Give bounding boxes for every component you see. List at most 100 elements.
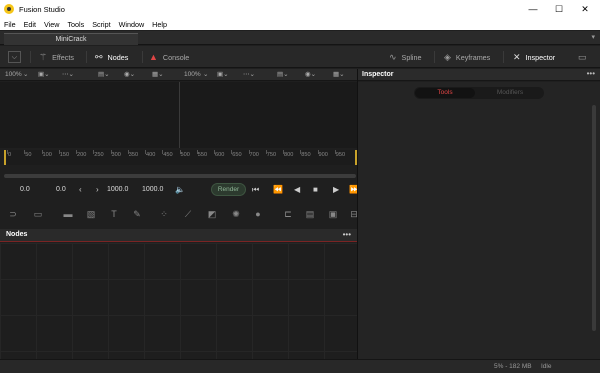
right-viewer[interactable] bbox=[180, 82, 357, 148]
ruler-tick-label: 500 bbox=[180, 152, 190, 158]
left-viewer-zoom[interactable]: 100% bbox=[5, 70, 22, 80]
transport-controls: 0.0 0.0 ‹ › 1000.0 1000.0 🔈 Render ⏮ ⏪ ◀… bbox=[0, 181, 359, 199]
merge-icon[interactable]: ⊏ bbox=[280, 207, 296, 221]
keyframes-button[interactable]: ◈ Keyframes bbox=[444, 50, 490, 64]
ruler-tick-label: 950 bbox=[335, 152, 346, 158]
play-icon[interactable]: ▶ bbox=[333, 183, 339, 196]
ruler-tick-label: 850 bbox=[301, 152, 311, 158]
spline-button[interactable]: ∿ Spline bbox=[389, 50, 422, 64]
grid-icon[interactable]: ▦⌄ bbox=[152, 70, 164, 80]
ruler-tick-label: 150 bbox=[59, 152, 70, 158]
collapse-toolbar-button[interactable]: ⌵ bbox=[8, 51, 21, 63]
transform-icon[interactable]: ▤ bbox=[303, 207, 317, 221]
ruler-tick-label: 200 bbox=[77, 152, 87, 158]
menu-edit[interactable]: Edit bbox=[24, 20, 36, 29]
node-graph-canvas[interactable] bbox=[0, 243, 357, 359]
chevron-right-icon[interactable]: › bbox=[96, 183, 99, 196]
grid-icon[interactable]: ▦⌄ bbox=[333, 70, 345, 80]
time-ruler[interactable]: 0 50 100 150 200 250 300 350 400 450 500 550 600 650 7… bbox=[4, 150, 357, 165]
bspline-mask-icon[interactable]: ◩ bbox=[205, 207, 219, 221]
tab-minicrack[interactable]: MiniCrack bbox=[4, 33, 138, 45]
inspector-panel-menu-icon[interactable]: ••• bbox=[587, 69, 595, 78]
chevron-down-icon[interactable]: ⌄ bbox=[23, 70, 28, 80]
ruler-tick-label: 900 bbox=[318, 152, 328, 158]
viewer-options-icon[interactable]: ⋯⌄ bbox=[243, 70, 255, 80]
step-back-icon[interactable]: ⏪ bbox=[273, 183, 283, 196]
menu-view[interactable]: View bbox=[44, 20, 59, 29]
keyframes-icon: ◈ bbox=[444, 51, 451, 62]
viewer-options-icon[interactable]: ⋯⌄ bbox=[62, 70, 74, 80]
menu-tools[interactable]: Tools bbox=[67, 20, 84, 29]
inspector-scrollbar[interactable] bbox=[592, 105, 596, 331]
warning-icon: ▲ bbox=[149, 52, 158, 62]
tab-tools[interactable]: Tools bbox=[415, 88, 475, 98]
spline-curve-icon: ∿ bbox=[389, 51, 397, 62]
right-viewer-zoom[interactable]: 100% bbox=[184, 70, 201, 80]
window-title: Fusion Studio bbox=[19, 4, 65, 14]
left-viewer[interactable] bbox=[0, 82, 179, 148]
composition-tab-bar: MiniCrack ▾ bbox=[0, 31, 600, 45]
display-layout-button[interactable]: ▭ bbox=[578, 50, 592, 64]
close-button[interactable]: ✕ bbox=[572, 0, 598, 18]
speaker-icon[interactable]: 🔈 bbox=[175, 183, 185, 196]
color-channels-icon[interactable]: ◉⌄ bbox=[305, 70, 316, 80]
console-button[interactable]: ▲ Console bbox=[149, 50, 189, 64]
effects-button[interactable]: ⚚ Effects bbox=[39, 50, 74, 64]
ruler-tick-label: 750 bbox=[266, 152, 277, 158]
ruler-tick-label: 50 bbox=[25, 152, 32, 158]
ruler-tick-label: 100 bbox=[42, 152, 52, 158]
particles-icon[interactable]: ⁘ bbox=[157, 207, 171, 221]
loader-icon[interactable]: ⊃ bbox=[6, 207, 20, 221]
render-start-field[interactable]: 0.0 bbox=[56, 183, 66, 196]
current-time-field[interactable]: 0.0 bbox=[20, 183, 30, 196]
chevron-down-icon: ⌵ bbox=[11, 52, 18, 61]
chevron-left-icon[interactable]: ‹ bbox=[79, 183, 82, 196]
go-to-start-icon[interactable]: ⏮ bbox=[252, 183, 259, 196]
wrench-icon: ✕ bbox=[513, 51, 521, 62]
ruler-tick-label: 550 bbox=[197, 152, 208, 158]
color-channels-icon[interactable]: ◉⌄ bbox=[124, 70, 135, 80]
fast-noise-icon[interactable]: ▧ bbox=[84, 207, 98, 221]
menu-script[interactable]: Script bbox=[92, 20, 110, 29]
toolbar-separator bbox=[503, 51, 504, 63]
tab-dropdown-icon[interactable]: ▾ bbox=[591, 33, 595, 41]
global-end-field[interactable]: 1000.0 bbox=[142, 183, 163, 196]
ruler-tick-label: 400 bbox=[146, 152, 156, 158]
timeline-scrub-bar[interactable] bbox=[4, 174, 356, 178]
polygon-mask-icon[interactable]: ⟋ bbox=[181, 207, 195, 221]
menu-window[interactable]: Window bbox=[119, 20, 145, 29]
inspector-label: Inspector bbox=[525, 52, 556, 62]
render-button[interactable]: Render bbox=[211, 183, 246, 196]
nodes-button[interactable]: ⚯ Nodes bbox=[95, 50, 128, 64]
inspector-button[interactable]: ✕ Inspector bbox=[513, 50, 555, 64]
inspector-panel: Tools Modifiers bbox=[358, 82, 600, 359]
inspector-tab-switch: Tools Modifiers bbox=[414, 87, 544, 99]
channel-icon[interactable]: ▤⌄ bbox=[277, 70, 289, 80]
effects-label: Effects bbox=[52, 52, 74, 62]
menu-file[interactable]: File bbox=[4, 20, 16, 29]
menu-help[interactable]: Help bbox=[152, 20, 167, 29]
background-icon[interactable]: ▬ bbox=[61, 207, 75, 221]
color-corrector-icon[interactable]: ● bbox=[251, 207, 265, 221]
toolbar-separator bbox=[142, 51, 143, 63]
channel-icon[interactable]: ▤⌄ bbox=[98, 70, 110, 80]
viewer-lut-icon[interactable]: ▣⌄ bbox=[217, 70, 229, 80]
brightness-icon[interactable]: ✺ bbox=[229, 207, 243, 221]
stop-icon[interactable]: ■ bbox=[313, 183, 318, 196]
nodes-panel-header: Nodes ••• bbox=[0, 229, 357, 242]
viewer-lut-icon[interactable]: ▣⌄ bbox=[38, 70, 50, 80]
nodes-panel-menu-icon[interactable]: ••• bbox=[343, 230, 351, 239]
chevron-down-icon[interactable]: ⌄ bbox=[203, 70, 208, 80]
tab-modifiers[interactable]: Modifiers bbox=[480, 88, 540, 98]
play-reverse-icon[interactable]: ◀ bbox=[294, 183, 300, 196]
viewer-control-bar: 100% ⌄ ▣⌄ ⋯⌄ ▤⌄ ◉⌄ ▦⌄ 100% ⌄ ▣⌄ ⋯⌄ ▤⌄ ◉⌄… bbox=[0, 69, 357, 81]
text-icon[interactable]: T bbox=[107, 207, 121, 221]
paint-icon[interactable]: ✎ bbox=[130, 207, 144, 221]
render-end-field[interactable]: 1000.0 bbox=[107, 183, 128, 196]
inspector-panel-title: Inspector bbox=[362, 71, 394, 78]
minimize-button[interactable]: — bbox=[520, 0, 546, 18]
saver-icon[interactable]: ▭ bbox=[30, 207, 46, 221]
toolbar-separator bbox=[434, 51, 435, 63]
resize-icon[interactable]: ▣ bbox=[326, 207, 340, 221]
maximize-button[interactable]: ☐ bbox=[546, 0, 572, 18]
